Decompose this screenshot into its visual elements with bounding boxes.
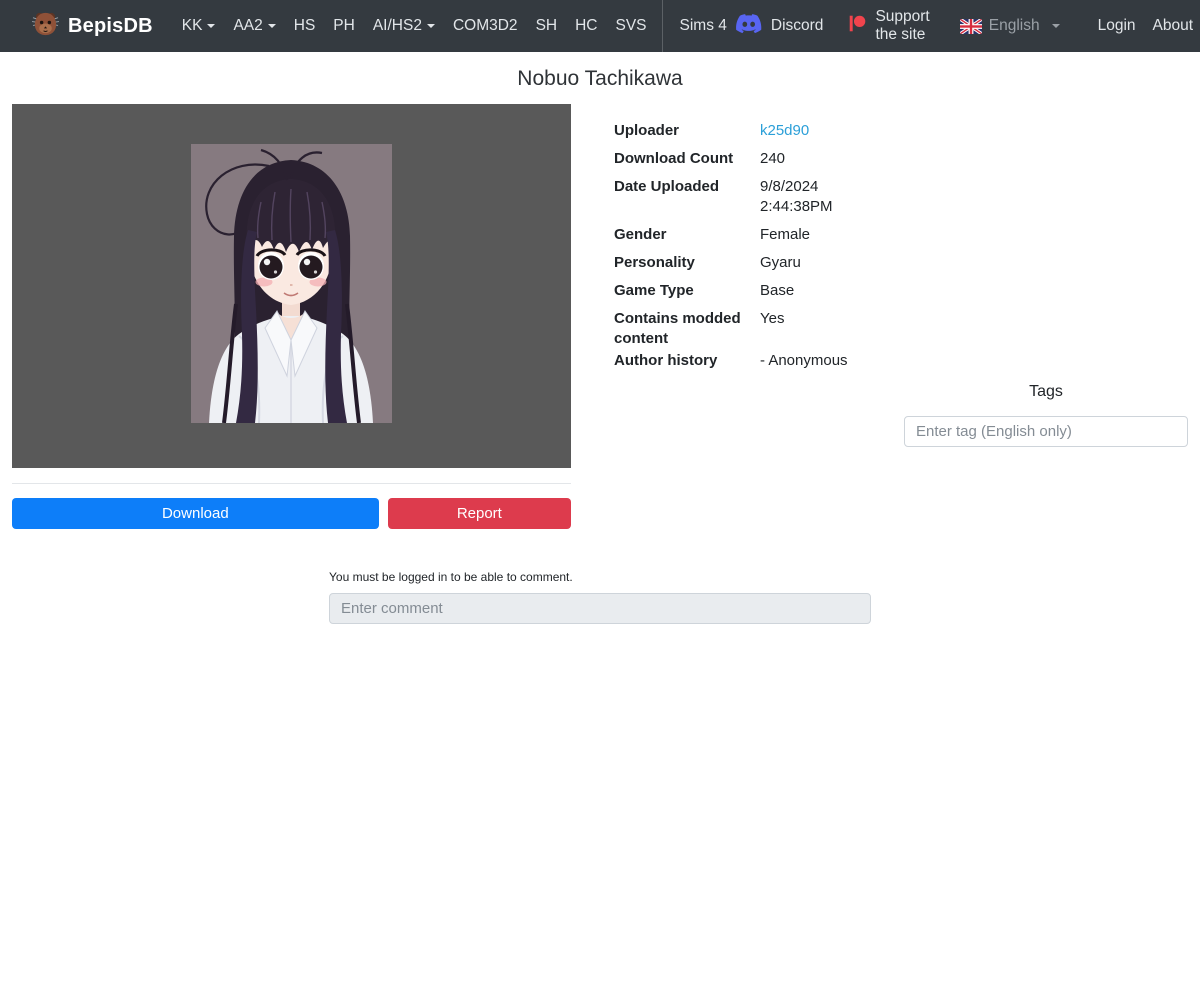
navbar: BepisDB KK AA2 HS PH AI/HS2 COM3D2 SH HC… xyxy=(0,0,1200,52)
about-link[interactable]: About xyxy=(1153,17,1194,35)
language-label: English xyxy=(988,17,1040,34)
divider xyxy=(12,483,571,484)
nav-item-sims4[interactable]: Sims 4 xyxy=(671,0,736,52)
detail-row-game-type: Game Type Base xyxy=(614,282,795,299)
detail-row-personality: Personality Gyaru xyxy=(614,254,801,271)
caret-down-icon xyxy=(1051,24,1060,32)
nav-item-kk[interactable]: KK xyxy=(173,0,225,52)
support-label: Support the site xyxy=(875,8,930,43)
nav-item-svs[interactable]: SVS xyxy=(607,0,656,52)
discord-link[interactable]: Discord xyxy=(735,13,824,39)
nav-item-aa2[interactable]: AA2 xyxy=(224,0,284,52)
brand-home-link[interactable]: BepisDB xyxy=(31,10,153,42)
nav-item-hs[interactable]: HS xyxy=(285,0,325,52)
uploader-link[interactable]: k25d90 xyxy=(760,122,809,139)
card-column: Download Report xyxy=(12,104,571,529)
brand-label: BepisDB xyxy=(68,14,153,37)
main-content: Nobuo Tachikawa Download Report Uploader… xyxy=(12,64,1188,624)
nav-divider xyxy=(661,0,663,52)
tags-panel: Tags xyxy=(904,104,1188,447)
report-button[interactable]: Report xyxy=(387,498,571,529)
nav-item-ph[interactable]: PH xyxy=(324,0,364,52)
nav-item-sh[interactable]: SH xyxy=(527,0,567,52)
nav-item-hc[interactable]: HC xyxy=(566,0,606,52)
discord-icon xyxy=(735,13,762,39)
nav-item-ai-hs2[interactable]: AI/HS2 xyxy=(364,0,444,52)
login-link[interactable]: Login xyxy=(1098,17,1136,35)
game-nav: KK AA2 HS PH AI/HS2 COM3D2 SH HC SVS Sim… xyxy=(173,0,736,52)
detail-row-author-history: Author history - Anonymous xyxy=(614,352,848,369)
comments-section: You must be logged in to be able to comm… xyxy=(329,570,871,624)
caret-down-icon xyxy=(426,24,435,32)
comment-input[interactable] xyxy=(329,593,871,624)
character-portrait-image xyxy=(191,144,392,428)
navbar-right: Discord Support the site English Login A… xyxy=(735,0,1194,52)
detail-row-modded-content: Contains modded content Yes xyxy=(614,310,785,347)
caret-down-icon xyxy=(267,24,276,32)
nav-item-com3d2[interactable]: COM3D2 xyxy=(444,0,527,52)
card-image-frame xyxy=(12,104,571,468)
tags-heading: Tags xyxy=(1029,383,1063,400)
bear-logo-icon xyxy=(31,10,60,42)
caret-down-icon xyxy=(207,24,216,32)
detail-row-uploader: Uploader k25d90 xyxy=(614,122,810,139)
discord-label: Discord xyxy=(770,17,824,34)
tag-input[interactable] xyxy=(904,416,1188,447)
uk-flag-icon xyxy=(959,18,982,34)
language-dropdown[interactable]: English xyxy=(959,17,1060,35)
detail-row-download-count: Download Count 240 xyxy=(614,150,786,167)
login-required-notice: You must be logged in to be able to comm… xyxy=(329,570,573,584)
details-panel: Uploader k25d90 Download Count 240 Date … xyxy=(614,104,900,379)
page-title: Nobuo Tachikawa xyxy=(517,67,683,90)
download-button[interactable]: Download xyxy=(12,498,379,529)
detail-row-gender: Gender Female xyxy=(614,226,811,243)
patreon-icon xyxy=(849,15,866,37)
detail-row-date-uploaded: Date Uploaded 9/8/2024 2:44:38PM xyxy=(614,178,833,215)
support-link[interactable]: Support the site xyxy=(849,8,930,44)
